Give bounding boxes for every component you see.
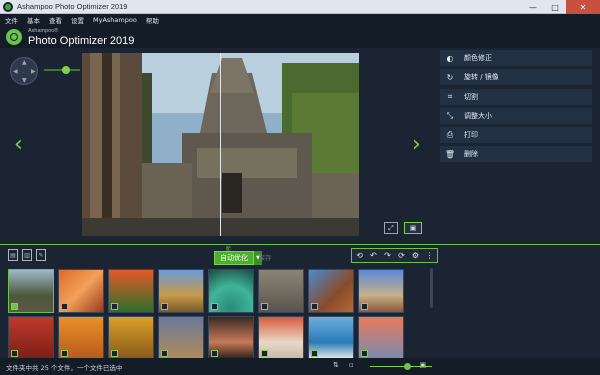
tool-resize[interactable]: ⤡ 调整大小 [440, 108, 592, 125]
tool-rotate-mirror[interactable]: ↻ 旋转 / 镜像 [440, 69, 592, 86]
thumbnail[interactable] [358, 316, 404, 358]
window-titlebar: Ashampoo Photo Optimizer 2019 — □ ✕ [0, 0, 600, 14]
tool-label: 切割 [464, 93, 478, 101]
thumbnail[interactable] [158, 316, 204, 358]
tool-print[interactable]: ⎙ 打印 [440, 127, 592, 144]
close-button[interactable]: ✕ [566, 0, 600, 14]
thumbnail-checkbox[interactable] [211, 350, 218, 357]
fullscreen-icon[interactable]: ⤢ [384, 222, 398, 234]
thumbnail-checkbox[interactable] [11, 350, 18, 357]
thumbnail-checkbox[interactable] [161, 303, 168, 310]
file-actions: ▤ ▥ ✎ [8, 249, 46, 261]
minimize-button[interactable]: — [522, 0, 544, 14]
thumbnail-checkbox[interactable] [361, 303, 368, 310]
thumbnail[interactable] [208, 269, 254, 313]
batch-toolbar [0, 245, 600, 265]
thumbnail-checkbox[interactable] [111, 303, 118, 310]
menu-item-basic[interactable]: 基本 [27, 15, 40, 25]
zoom-slider-handle[interactable] [62, 66, 70, 74]
tool-color-correction[interactable]: ◐ 颜色修正 [440, 50, 592, 67]
status-controls: ⇅ ▫ ▣ [333, 361, 426, 369]
redo-icon[interactable]: ↷ [382, 250, 393, 261]
maximize-button[interactable]: □ [544, 0, 566, 14]
thumbnail-scrollbar[interactable] [430, 268, 433, 308]
thumbnail[interactable] [208, 316, 254, 358]
tool-label: 颜色修正 [464, 54, 492, 62]
window-controls: — □ ✕ [522, 0, 600, 14]
tool-label: 旋转 / 镜像 [464, 73, 499, 81]
thumbnail[interactable] [58, 316, 104, 358]
thumbnail-checkbox[interactable] [11, 303, 18, 310]
pan-navigator-icon[interactable]: ▲ ▼ ◀ ▶ [10, 57, 38, 85]
thumbnail[interactable] [108, 269, 154, 313]
thumbnail[interactable] [258, 269, 304, 313]
thumbnail-size-small-icon[interactable]: ▫ [349, 361, 354, 369]
thumbnail-checkbox[interactable] [311, 350, 318, 357]
thumbnail-checkbox[interactable] [211, 303, 218, 310]
brand-product-name: Photo Optimizer 2019 [28, 35, 135, 47]
undo-all-icon[interactable]: ⟲ [354, 250, 365, 261]
thumbnail-size-handle[interactable] [404, 363, 411, 370]
menu-item-view[interactable]: 查看 [49, 15, 62, 25]
settings-gear-icon[interactable]: ⚙ [410, 250, 421, 261]
color-correction-icon: ◐ [446, 53, 454, 63]
tool-crop[interactable]: ⌗ 切割 [440, 89, 592, 106]
resize-icon: ⤡ [446, 111, 454, 120]
edit-actions: ⟲ ↶ ↷ ⟳ ⚙ ⋮ [351, 248, 438, 263]
print-icon: ⎙ [446, 130, 454, 139]
viewer-tools: ⤢ ▣ [384, 222, 422, 234]
menu-item-myashampoo[interactable]: MyAshampoo [93, 16, 137, 24]
compare-view-icon[interactable]: ▣ [404, 222, 422, 234]
clean-brush-icon[interactable]: ✎ [36, 249, 46, 261]
menu-bar: 文件 基本 查看 设置 MyAshampoo 帮助 [0, 14, 600, 26]
previous-image-button[interactable]: ‹ [14, 134, 23, 156]
compare-split-line[interactable] [220, 53, 221, 236]
thumbnail-checkbox[interactable] [311, 303, 318, 310]
thumbnail-checkbox[interactable] [261, 303, 268, 310]
thumbnail[interactable] [358, 269, 404, 313]
thumbnail[interactable] [58, 269, 104, 313]
more-options-icon[interactable]: ⋮ [424, 250, 435, 261]
thumbnail[interactable] [308, 269, 354, 313]
menu-item-help[interactable]: 帮助 [146, 15, 159, 25]
next-image-button[interactable]: › [412, 134, 421, 156]
save-button[interactable]: 保存 [255, 251, 275, 263]
thumbnail[interactable] [108, 316, 154, 358]
thumbnail[interactable] [8, 269, 54, 313]
brand-header: Ashampoo® Photo Optimizer 2019 [0, 26, 600, 48]
tool-label: 打印 [464, 131, 478, 139]
menu-item-file[interactable]: 文件 [5, 15, 18, 25]
rotate-mirror-icon: ↻ [446, 72, 454, 82]
tool-delete[interactable]: 🗑 删除 [440, 146, 592, 163]
status-text: 文件夹中共 25 个文件，一个文件已选中 [6, 364, 123, 372]
tool-label: 删除 [464, 150, 478, 158]
window-title: Ashampoo Photo Optimizer 2019 [17, 2, 128, 11]
app-icon [3, 2, 13, 12]
crop-icon: ⌗ [447, 92, 453, 101]
delete-icon: 🗑 [444, 149, 456, 159]
thumbnail-strip [6, 267, 430, 358]
thumbnail-checkbox[interactable] [261, 350, 268, 357]
auto-optimize-button[interactable]: 自动优化 [214, 251, 254, 265]
sort-icon[interactable]: ⇅ [333, 361, 339, 369]
open-folder-icon[interactable]: ▥ [22, 249, 32, 261]
thumbnail-checkbox[interactable] [111, 350, 118, 357]
thumbnail[interactable] [8, 316, 54, 358]
redo-all-icon[interactable]: ⟳ [396, 250, 407, 261]
thumbnail[interactable] [308, 316, 354, 358]
thumbnail-checkbox[interactable] [361, 350, 368, 357]
thumbnail-checkbox[interactable] [61, 303, 68, 310]
thumbnail-size-slider[interactable] [370, 366, 432, 367]
thumbnail-checkbox[interactable] [61, 350, 68, 357]
undo-icon[interactable]: ↶ [368, 250, 379, 261]
open-file-icon[interactable]: ▤ [8, 249, 18, 261]
thumbnail[interactable] [158, 269, 204, 313]
brand-maker: Ashampoo® [28, 28, 59, 34]
thumbnail-size-large-icon[interactable]: ▣ [420, 361, 427, 369]
menu-item-settings[interactable]: 设置 [71, 15, 84, 25]
thumbnail[interactable] [258, 316, 304, 358]
ashampoo-logo-icon [6, 29, 22, 45]
thumbnail-checkbox[interactable] [161, 350, 168, 357]
tool-label: 调整大小 [464, 112, 492, 120]
